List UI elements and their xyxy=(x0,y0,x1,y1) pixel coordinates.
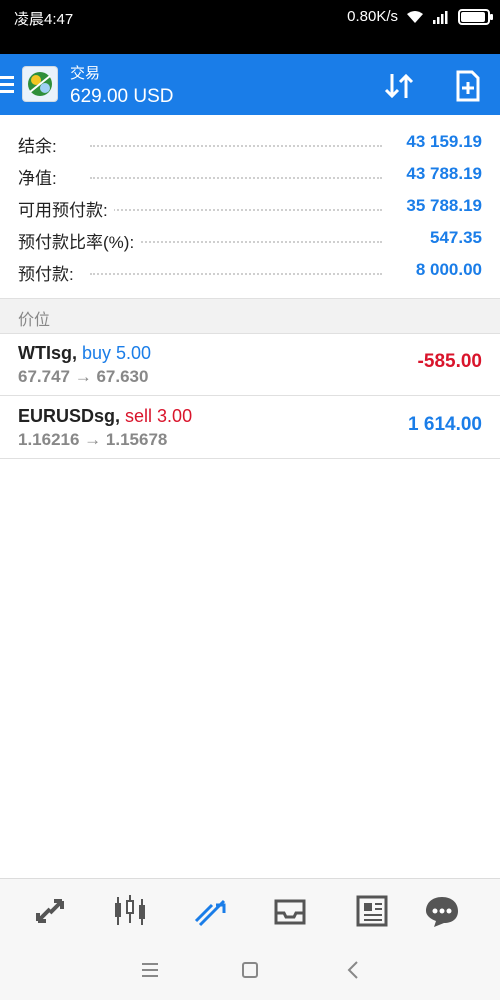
dotted-leader xyxy=(90,145,382,147)
dotted-leader xyxy=(90,177,382,179)
battery-icon xyxy=(458,8,493,25)
section-label: 价位 xyxy=(18,312,51,329)
position-symbol: EURUSDsg, sell 3.00 xyxy=(18,406,192,427)
account-row-equity: 净值: 43 788.19 xyxy=(0,158,500,190)
account-value: 547.35 xyxy=(424,228,482,248)
account-row-margin: 预付款: 8 000.00 xyxy=(0,254,500,286)
symbol-name: EURUSDsg, xyxy=(18,406,121,426)
status-right: 0.80K/s xyxy=(347,8,493,25)
quotes-icon[interactable] xyxy=(30,891,70,931)
sort-icon[interactable] xyxy=(382,68,418,104)
account-label: 预付款比率(%): xyxy=(18,228,141,253)
account-summary: 结余: 43 159.19 净值: 43 788.19 可用预付款: 35 78… xyxy=(0,126,500,286)
dotted-leader xyxy=(90,273,382,275)
chart-icon[interactable] xyxy=(110,891,150,931)
section-header-positions: 价位 xyxy=(0,298,500,334)
position-profit: 1 614.00 xyxy=(408,414,482,435)
dotted-leader xyxy=(90,209,382,211)
account-value: 35 788.19 xyxy=(400,196,482,216)
account-value: 43 788.19 xyxy=(400,164,482,184)
status-time: 凌晨4:47 xyxy=(14,11,74,28)
history-icon[interactable] xyxy=(270,891,310,931)
position-prices: 1.16216 → 1.15678 xyxy=(18,430,168,449)
system-nav-bar xyxy=(0,940,500,1000)
position-row-wti[interactable]: WTIsg, buy 5.00 67.747 → 67.630 -585.00 xyxy=(0,333,500,396)
app-logo-icon xyxy=(22,66,58,102)
position-row-eurusd[interactable]: EURUSDsg, sell 3.00 1.16216 → 1.15678 1 … xyxy=(0,396,500,459)
account-label: 结余: xyxy=(18,132,63,157)
position-symbol: WTIsg, buy 5.00 xyxy=(18,343,151,364)
account-label: 净值: xyxy=(18,164,63,189)
position-side: sell 3.00 xyxy=(125,406,193,426)
app-header: 交易 629.00 USD xyxy=(0,54,500,115)
positions-list: WTIsg, buy 5.00 67.747 → 67.630 -585.00 … xyxy=(0,333,500,459)
position-prices: 67.747 → 67.630 xyxy=(18,367,149,386)
chat-icon[interactable] xyxy=(422,891,462,931)
signal-icon xyxy=(433,10,448,24)
home-nav-icon[interactable] xyxy=(238,958,262,982)
news-icon[interactable] xyxy=(352,891,392,931)
trade-icon[interactable] xyxy=(190,891,230,931)
header-balance: 629.00 USD xyxy=(70,86,174,107)
account-label: 可用预付款: xyxy=(18,196,114,221)
network-speed: 0.80K/s xyxy=(347,8,398,25)
account-row-balance: 结余: 43 159.19 xyxy=(0,126,500,158)
account-row-free-margin: 可用预付款: 35 788.19 xyxy=(0,190,500,222)
bottom-tab-bar xyxy=(0,878,500,941)
account-label: 预付款: xyxy=(18,260,80,285)
position-side: buy 5.00 xyxy=(82,343,152,363)
wifi-icon xyxy=(407,10,423,23)
menu-icon[interactable] xyxy=(0,72,16,96)
back-nav-icon[interactable] xyxy=(342,958,366,982)
account-value: 43 159.19 xyxy=(400,132,482,152)
menu-nav-icon[interactable] xyxy=(138,958,162,982)
position-profit: -585.00 xyxy=(417,351,482,372)
account-value: 8 000.00 xyxy=(409,260,482,280)
page-title: 交易 xyxy=(70,65,101,82)
symbol-name: WTIsg, xyxy=(18,343,77,363)
account-row-margin-level: 预付款比率(%): 547.35 xyxy=(0,222,500,254)
status-bar: 凌晨4:47 0.80K/s xyxy=(0,0,500,54)
new-order-icon[interactable] xyxy=(450,68,486,104)
